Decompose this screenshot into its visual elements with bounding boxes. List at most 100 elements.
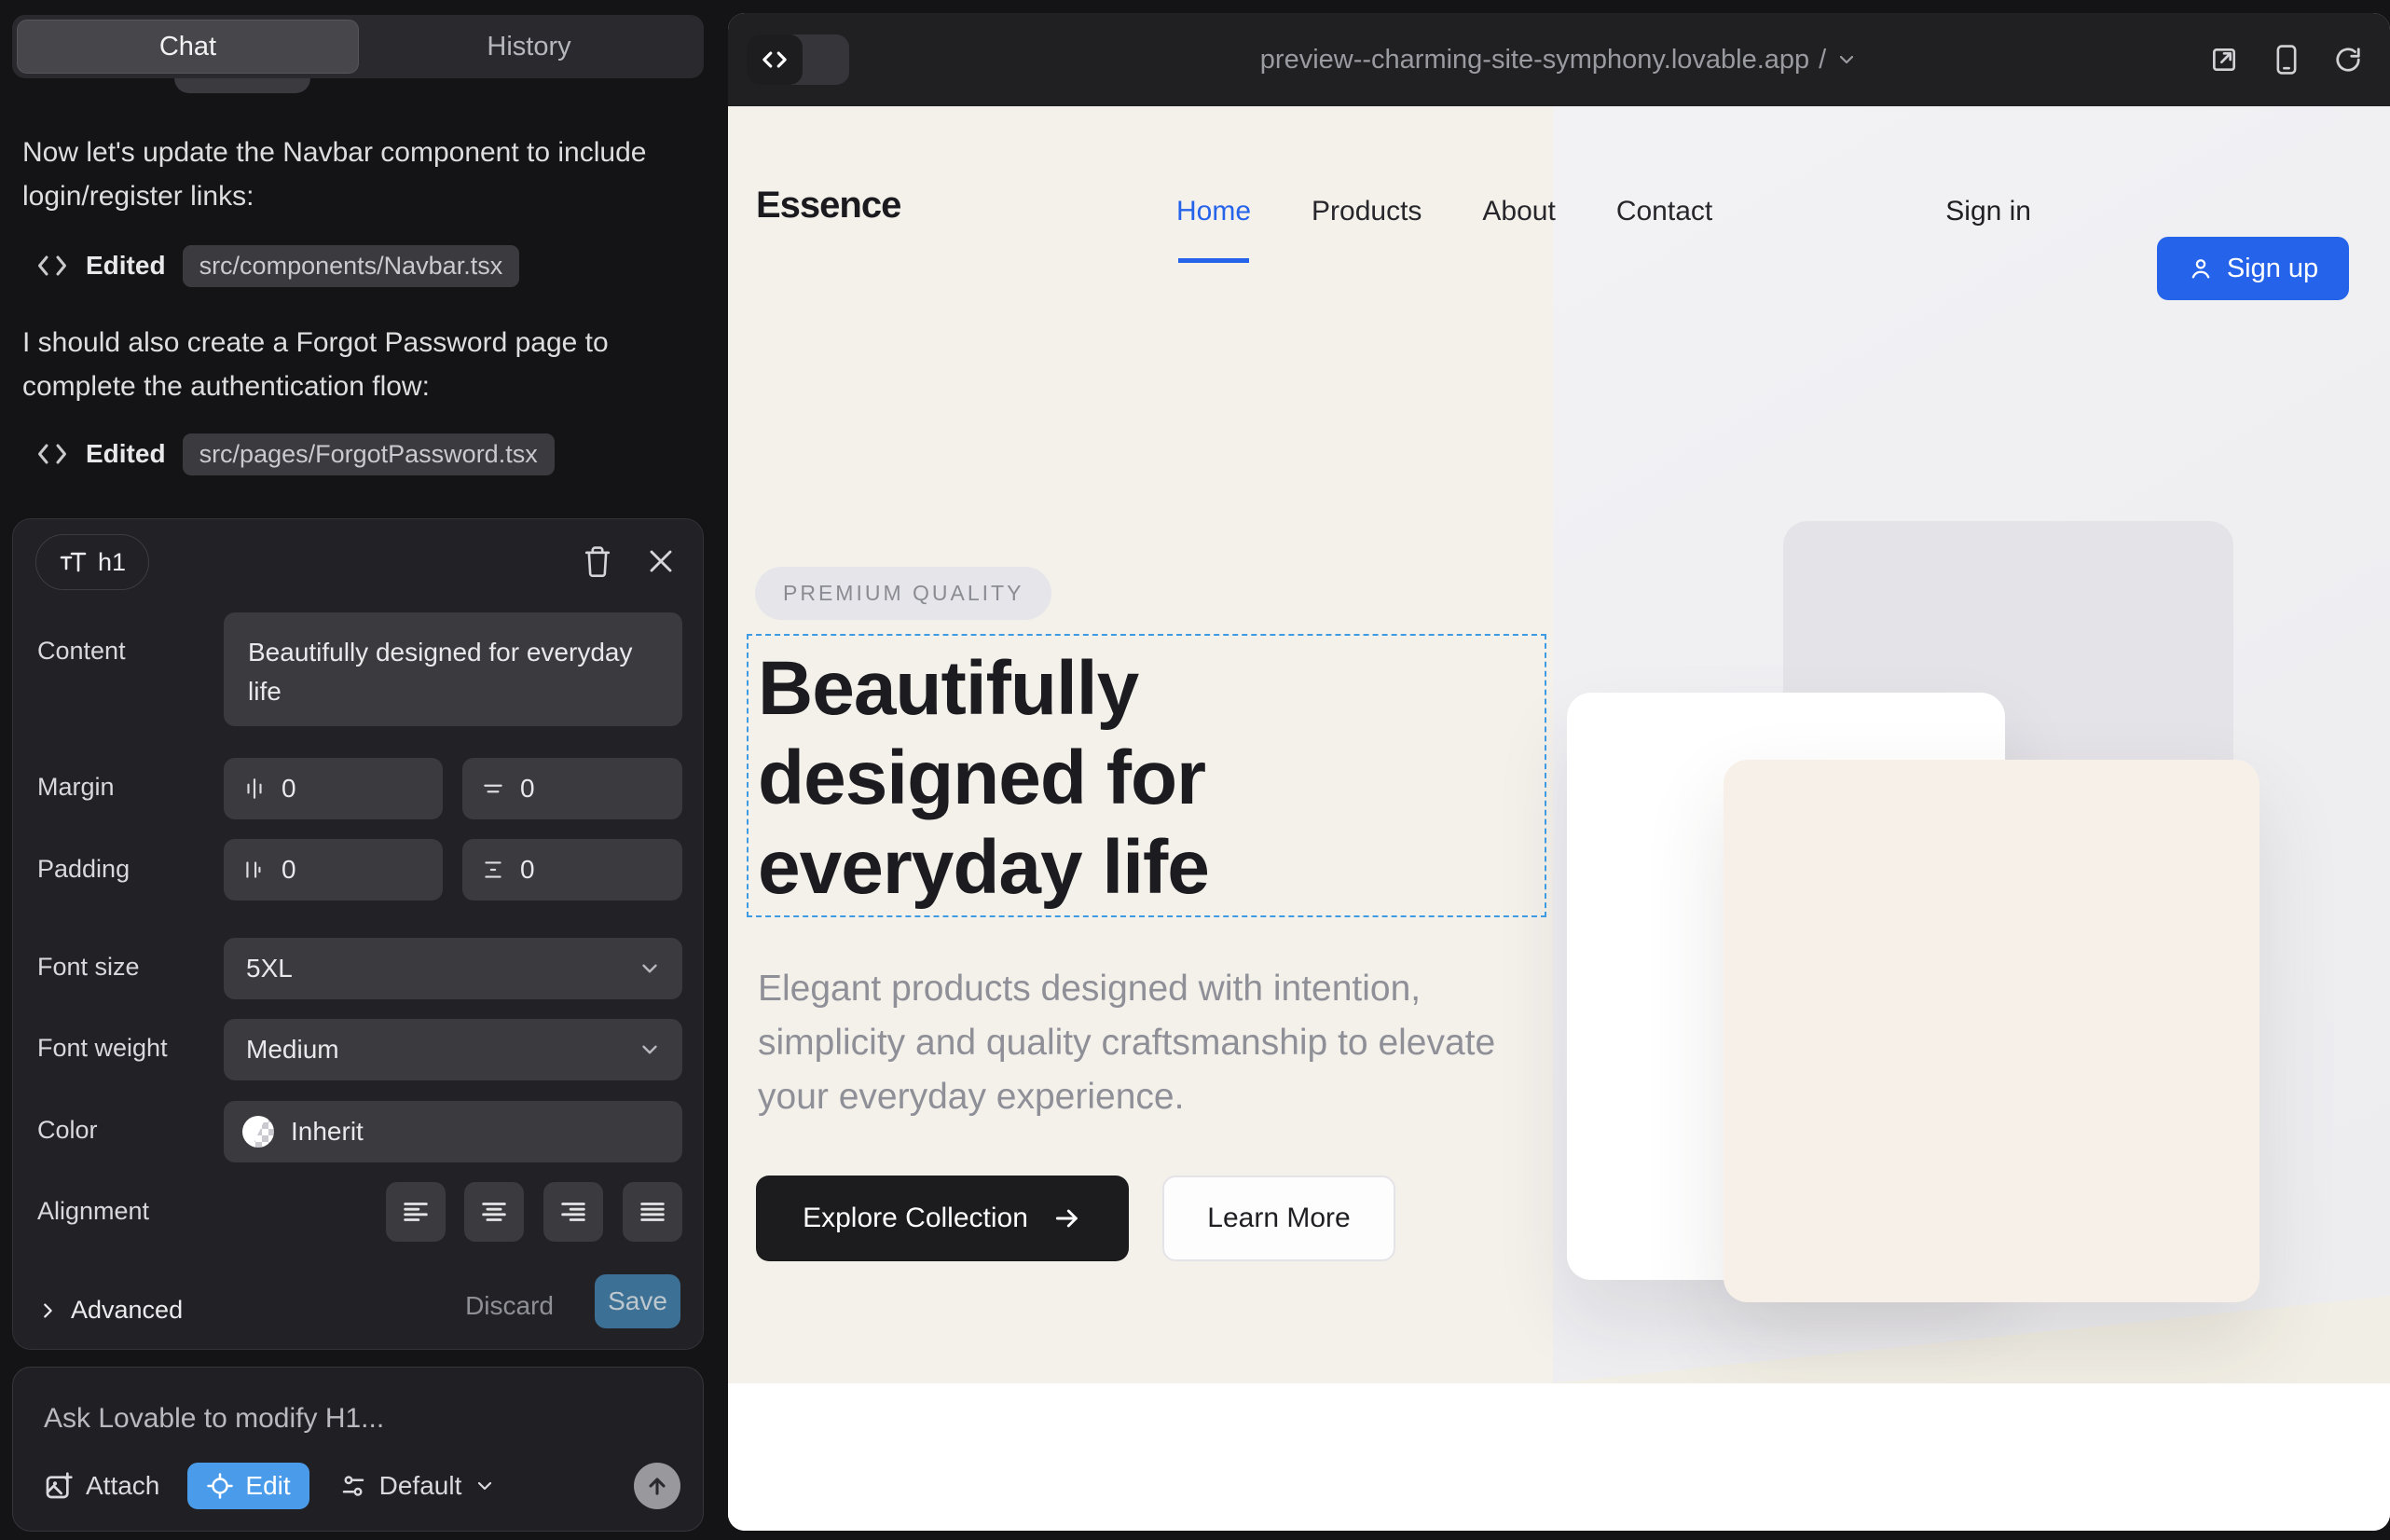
explore-collection-button[interactable]: Explore Collection: [756, 1176, 1129, 1261]
composer-input[interactable]: Ask Lovable to modify H1...: [44, 1403, 659, 1435]
padding-vertical-value: 0: [520, 855, 535, 885]
edited-file-row[interactable]: Edited src/pages/ForgotPassword.tsx: [35, 433, 555, 475]
nav-link-home[interactable]: Home: [1176, 196, 1251, 227]
url-domain: preview--charming-site-symphony.lovable.…: [1260, 45, 1809, 76]
color-label: Color: [37, 1116, 98, 1145]
url-separator: /: [1819, 45, 1826, 76]
font-weight-select[interactable]: Medium: [224, 1019, 682, 1080]
padding-label: Padding: [37, 855, 130, 884]
advanced-label: Advanced: [71, 1296, 183, 1325]
mobile-view-button[interactable]: [2274, 44, 2299, 76]
discard-button[interactable]: Discard: [465, 1291, 554, 1321]
hero-heading-line: designed for: [758, 734, 1209, 823]
explore-collection-label: Explore Collection: [803, 1203, 1028, 1234]
sign-up-button[interactable]: Sign up: [2157, 237, 2349, 300]
padding-horizontal-input[interactable]: 0: [224, 839, 443, 901]
chat-message: I should also create a Forgot Password p…: [22, 321, 684, 408]
sign-in-link[interactable]: Sign in: [1945, 196, 2031, 227]
site-logo[interactable]: Essence: [756, 185, 900, 227]
preview-window: preview--charming-site-symphony.lovable.…: [728, 13, 2390, 1531]
learn-more-button[interactable]: Learn More: [1162, 1176, 1395, 1261]
file-chip[interactable]: src/components/Navbar.tsx: [183, 245, 520, 287]
content-label: Content: [37, 637, 126, 666]
hero-paragraph: Elegant products designed with intention…: [758, 962, 1504, 1124]
margin-horizontal-input[interactable]: 0: [224, 758, 443, 819]
attach-button[interactable]: Attach: [44, 1471, 159, 1501]
type-icon: [59, 549, 87, 575]
close-editor-button[interactable]: [639, 540, 682, 583]
content-input[interactable]: Beautifully designed for everyday life: [224, 612, 682, 726]
element-editor-panel: h1 Content Beautifully designed for ever…: [12, 518, 704, 1350]
hero-section: Essence Home Products About Contact Sign…: [728, 106, 2390, 1383]
chevron-right-icon: [37, 1300, 58, 1321]
padding-horizontal-icon: [242, 858, 267, 882]
hero-background-wedge: [1548, 1296, 2390, 1383]
align-justify-button[interactable]: [623, 1182, 682, 1242]
padding-vertical-icon: [481, 858, 505, 882]
open-external-button[interactable]: [2209, 45, 2239, 75]
hero-heading-line: everyday life: [758, 823, 1209, 913]
padding-vertical-input[interactable]: 0: [462, 839, 682, 901]
selected-element-tag: h1: [35, 534, 149, 590]
app-window: Chat History Now let's update the Navbar…: [0, 0, 2390, 1540]
default-mode-button[interactable]: Default: [339, 1471, 497, 1501]
color-select[interactable]: Inherit: [224, 1101, 682, 1162]
sign-up-label: Sign up: [2227, 254, 2318, 284]
edited-label: Edited: [86, 251, 166, 281]
delete-element-button[interactable]: [576, 540, 619, 583]
chat-composer: Ask Lovable to modify H1... Attach Edit …: [12, 1367, 704, 1532]
align-center-button[interactable]: [464, 1182, 524, 1242]
tab-chat[interactable]: Chat: [17, 20, 359, 74]
browser-chrome: preview--charming-site-symphony.lovable.…: [728, 13, 2390, 106]
refresh-button[interactable]: [2334, 46, 2362, 74]
save-button[interactable]: Save: [595, 1274, 680, 1328]
nav-link-contact[interactable]: Contact: [1616, 196, 1712, 227]
margin-horizontal-icon: [242, 777, 267, 801]
arrow-right-icon: [1052, 1203, 1082, 1233]
chat-message: Now let's update the Navbar component to…: [22, 131, 684, 218]
premium-badge: PREMIUM QUALITY: [755, 567, 1051, 620]
tag-name: h1: [98, 548, 126, 577]
site-page: Essence Home Products About Contact Sign…: [728, 106, 2390, 1531]
attach-label: Attach: [86, 1471, 159, 1501]
font-size-select[interactable]: 5XL: [224, 938, 682, 999]
advanced-toggle[interactable]: Advanced: [37, 1296, 183, 1325]
font-size-value: 5XL: [246, 954, 293, 983]
edited-file-row[interactable]: Edited src/components/Navbar.tsx: [35, 244, 519, 287]
code-icon: [747, 34, 803, 85]
target-icon: [206, 1472, 234, 1500]
chevron-down-icon: [474, 1475, 496, 1497]
file-chip[interactable]: src/pages/ForgotPassword.tsx: [183, 433, 555, 475]
nav-link-about[interactable]: About: [1482, 196, 1555, 227]
edit-label: Edit: [245, 1471, 290, 1501]
hero-heading[interactable]: Beautifully designed for everyday life: [758, 644, 1209, 913]
margin-horizontal-value: 0: [282, 774, 296, 804]
chevron-down-icon: [638, 956, 662, 981]
margin-vertical-input[interactable]: 0: [462, 758, 682, 819]
attach-image-icon: [44, 1471, 74, 1501]
alignment-label: Alignment: [37, 1197, 149, 1226]
tab-history[interactable]: History: [359, 20, 699, 74]
user-icon: [2188, 255, 2214, 282]
hero-heading-line: Beautifully: [758, 644, 1209, 734]
edited-label: Edited: [86, 439, 166, 469]
nav-link-products[interactable]: Products: [1312, 196, 1422, 227]
align-left-button[interactable]: [386, 1182, 446, 1242]
margin-vertical-value: 0: [520, 774, 535, 804]
font-weight-label: Font weight: [37, 1034, 168, 1063]
color-value: Inherit: [291, 1117, 364, 1147]
chevron-down-icon: [1835, 48, 1858, 71]
edit-mode-button[interactable]: Edit: [187, 1463, 309, 1509]
align-right-button[interactable]: [543, 1182, 603, 1242]
send-button[interactable]: [634, 1463, 680, 1509]
chevron-down-icon: [638, 1038, 662, 1062]
code-icon: [35, 440, 69, 468]
padding-horizontal-value: 0: [282, 855, 296, 885]
font-size-label: Font size: [37, 953, 140, 982]
sliders-icon: [339, 1472, 367, 1500]
margin-label: Margin: [37, 773, 115, 802]
site-navbar: Essence Home Products About Contact Sign…: [728, 106, 2390, 325]
code-preview-toggle[interactable]: [747, 34, 849, 85]
default-label: Default: [379, 1471, 462, 1501]
chat-history-tabs: Chat History: [12, 15, 704, 78]
